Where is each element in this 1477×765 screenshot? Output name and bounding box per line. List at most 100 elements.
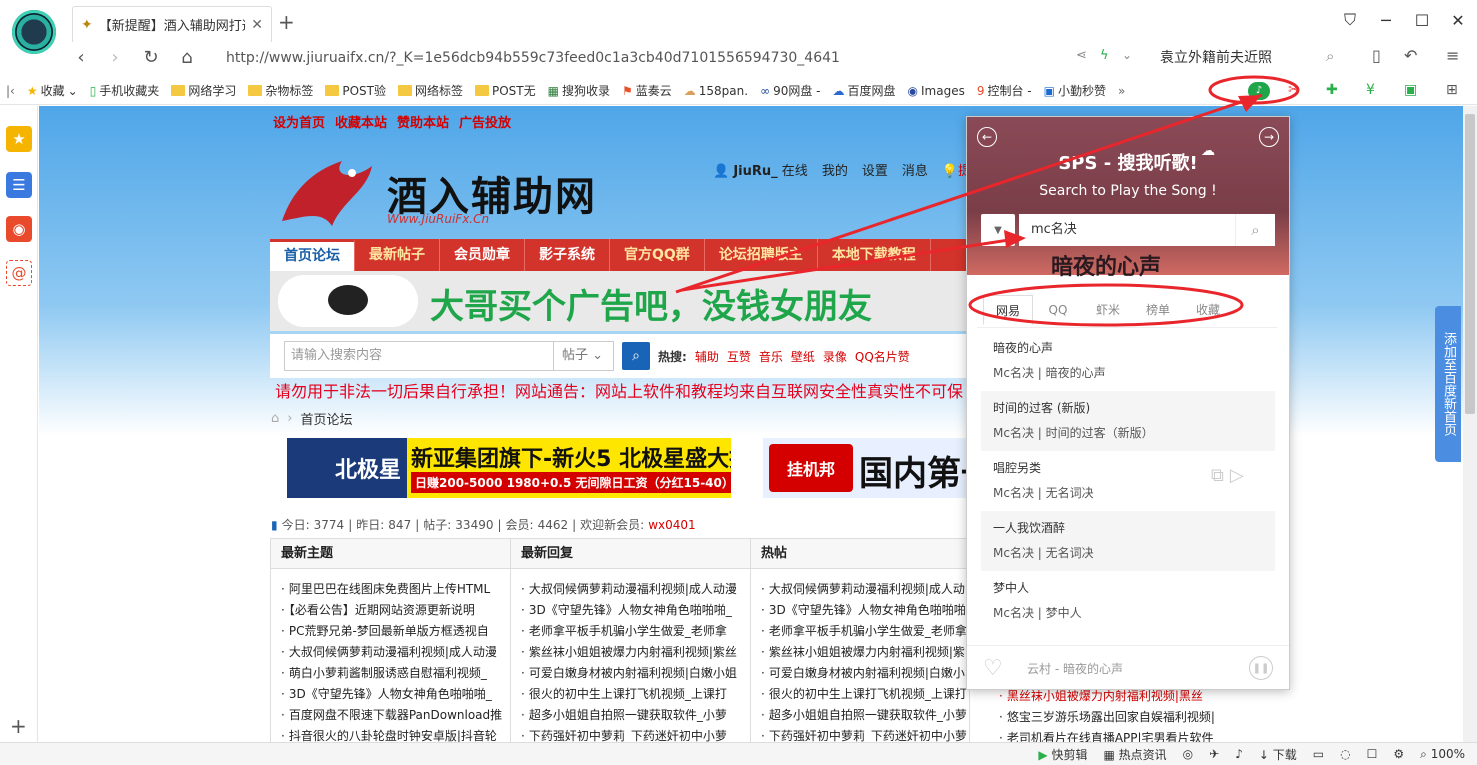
list-item[interactable]: 悠宝三岁游乐场露出回家自娱福利视频|: [989, 707, 1229, 728]
minimize-icon[interactable]: ─: [1374, 8, 1398, 32]
menu-icon[interactable]: ≡: [1446, 46, 1459, 65]
browser-search-input[interactable]: 袁立外籍前夫近照: [1150, 45, 1350, 71]
tab-favorites[interactable]: 收藏: [1183, 295, 1233, 325]
list-item[interactable]: 很火的初中生上课打飞机视频_上课打: [751, 684, 969, 705]
list-item[interactable]: 大叔伺候俩萝莉动漫福利视频|成人动漫: [271, 642, 510, 663]
my-menu[interactable]: 我的: [822, 160, 848, 179]
site-logo[interactable]: 酒入辅助网 Www.JiuRuiFx.Cn: [272, 146, 612, 236]
wechat-icon[interactable]: ☁: [1201, 143, 1215, 159]
maximize-icon[interactable]: ☐: [1410, 8, 1434, 32]
share-icon[interactable]: ⧉: [1211, 465, 1224, 486]
volume-icon[interactable]: ♪: [1235, 747, 1243, 761]
close-window-icon[interactable]: ✕: [1446, 8, 1470, 32]
bookmark-site-link[interactable]: 收藏本站: [335, 112, 387, 131]
extension-icon[interactable]: ✚: [1326, 82, 1338, 98]
bookmark-item[interactable]: ☁ 158pan.: [678, 84, 754, 98]
browser-tab[interactable]: ✦ 【新提醒】酒入辅助网打造 ✕: [72, 6, 272, 42]
nav-home-forum[interactable]: 首页论坛: [270, 239, 355, 271]
forward-icon[interactable]: ›: [100, 42, 130, 72]
bookmark-item[interactable]: ▯ 手机收藏夹: [84, 82, 166, 99]
ad-link[interactable]: 广告投放: [459, 112, 511, 131]
list-item[interactable]: 紫丝袜小姐姐被爆力内射福利视频|紫: [751, 642, 969, 663]
list-item[interactable]: 下药强奸初中萝莉_下药迷奸初中小萝: [751, 726, 969, 742]
play-icon[interactable]: ▷: [1230, 465, 1244, 486]
song-search-button[interactable]: ⌕: [1235, 214, 1275, 246]
browser-logo-icon[interactable]: [12, 10, 56, 54]
back-icon[interactable]: ‹: [66, 42, 96, 72]
bookmark-item[interactable]: ▦ 搜狗收录: [542, 82, 616, 99]
tab-close-icon[interactable]: ✕: [251, 17, 263, 33]
settings-link[interactable]: 设置: [862, 160, 888, 179]
pin-icon[interactable]: ✈: [1209, 747, 1219, 761]
list-item[interactable]: 大叔伺候俩萝莉动漫福利视频|成人动漫: [511, 579, 750, 600]
list-item[interactable]: 3D《守望先锋》人物女神角色啪啪啪_: [271, 684, 510, 705]
next-arrow-icon[interactable]: →: [1259, 127, 1279, 147]
list-item[interactable]: 大叔伺候俩萝莉动漫福利视频|成人动: [751, 579, 969, 600]
site-search-button[interactable]: ⌕: [622, 342, 650, 370]
bookmarks-collapse-icon[interactable]: |‹: [0, 84, 21, 98]
list-item[interactable]: 紫丝袜小姐姐被爆力内射福利视频|紫丝: [511, 642, 750, 663]
bookmark-item[interactable]: ▣ 小勤秒赞: [1038, 82, 1112, 99]
song-item[interactable]: 梦中人 Mc名决 | 梦中人: [981, 571, 1275, 631]
chevron-down-icon[interactable]: ⌄: [1122, 48, 1132, 62]
newest-member-link[interactable]: wx0401: [648, 518, 695, 532]
sponsor-link[interactable]: 赞助本站: [397, 112, 449, 131]
home-icon[interactable]: ⌂: [172, 42, 202, 72]
layout-icon[interactable]: ▭: [1313, 747, 1324, 761]
tab-netease[interactable]: 网易: [983, 294, 1033, 325]
news-icon[interactable]: ☰: [6, 172, 32, 198]
extension-icon[interactable]: ✂: [1288, 82, 1300, 98]
list-item[interactable]: 超多小姐姐自拍照一键获取软件_小萝: [751, 705, 969, 726]
refresh-icon[interactable]: ↻: [136, 42, 166, 72]
list-item[interactable]: 可爱白嫩身材被内射福利视频|白嫩小姐: [511, 663, 750, 684]
list-item[interactable]: 超多小姐姐自拍照一键获取软件_小萝: [511, 705, 750, 726]
site-search-input[interactable]: 请输入搜索内容: [284, 341, 554, 371]
nav-medals[interactable]: 会员勋章: [440, 239, 525, 271]
phone-icon[interactable]: ▯: [1372, 46, 1381, 65]
prev-arrow-icon[interactable]: ←: [977, 127, 997, 147]
search-icon[interactable]: ⌕: [1326, 47, 1334, 65]
shirt-skin-icon[interactable]: ⛉: [1338, 8, 1362, 32]
ad-guajibang[interactable]: 挂机邦 国内第一: [763, 438, 973, 498]
nav-shadow-system[interactable]: 影子系统: [525, 239, 610, 271]
bookmark-item[interactable]: ∞ 90网盘 -: [754, 82, 826, 99]
tab-xiami[interactable]: 虾米: [1083, 295, 1133, 325]
list-item[interactable]: 老师拿平板手机骗小学生做爱_老师拿: [511, 621, 750, 642]
favorites-star-icon[interactable]: ★: [6, 126, 32, 152]
hot-word[interactable]: 音乐: [759, 348, 783, 365]
speed-icon[interactable]: ϟ: [1100, 48, 1109, 63]
list-item[interactable]: 3D《守望先锋》人物女神角色啪啪啪: [751, 600, 969, 621]
game-icon[interactable]: ▣: [1404, 82, 1417, 98]
hot-word[interactable]: 录像: [823, 348, 847, 365]
hot-word[interactable]: QQ名片赞: [855, 348, 910, 365]
list-item[interactable]: 很火的初中生上课打飞机视频_上课打: [511, 684, 750, 705]
song-item[interactable]: 一人我饮酒醉 Mc名决 | 无名词决: [981, 511, 1275, 571]
list-item[interactable]: 老司机看片在线直播APP|宅男看片软件: [989, 728, 1229, 742]
bookmark-item[interactable]: ◉ Images: [902, 84, 971, 98]
bookmark-item[interactable]: ☁ 百度网盘: [827, 82, 902, 99]
song-item[interactable]: 时间的过客 (新版) Mc名决 | 时间的过客（新版）: [981, 391, 1275, 451]
nav-latest-posts[interactable]: 最新帖子: [355, 239, 440, 271]
list-item[interactable]: 3D《守望先锋》人物女神角色啪啪啪_: [511, 600, 750, 621]
breadcrumb-item[interactable]: 首页论坛: [300, 409, 352, 428]
nav-recruit[interactable]: 论坛招聘版主: [705, 239, 818, 271]
heart-icon[interactable]: ♡: [983, 656, 1003, 681]
bookmark-item[interactable]: POST验: [319, 82, 392, 99]
hot-word[interactable]: 辅助: [695, 348, 719, 365]
add-to-baidu-home-button[interactable]: 添加至百度新首页: [1435, 306, 1461, 462]
nav-qq-group[interactable]: 官方QQ群: [610, 239, 705, 271]
bookmark-item[interactable]: ⚑ 蓝奏云: [616, 82, 678, 99]
list-item[interactable]: 【必看公告】近期网站资源更新说明: [271, 600, 510, 621]
hot-word[interactable]: 壁纸: [791, 348, 815, 365]
messages-link[interactable]: 消息: [902, 160, 928, 179]
list-item[interactable]: 可爱白嫩身材被内射福利视频|白嫩小: [751, 663, 969, 684]
zoom-level[interactable]: ⌕ 100%: [1420, 747, 1465, 762]
ad-banner[interactable]: 大哥买个广告吧，没钱女朋友: [270, 271, 970, 331]
download-button[interactable]: ↓ 下载: [1259, 746, 1297, 763]
bookmark-item[interactable]: 网络学习: [165, 82, 242, 99]
tab-qq[interactable]: QQ: [1033, 295, 1083, 325]
page-scrollbar[interactable]: [1463, 106, 1477, 742]
set-homepage-link[interactable]: 设为首页: [273, 112, 325, 131]
bookmark-item[interactable]: 杂物标签: [242, 82, 319, 99]
bookmarks-more-icon[interactable]: »: [1112, 84, 1131, 98]
